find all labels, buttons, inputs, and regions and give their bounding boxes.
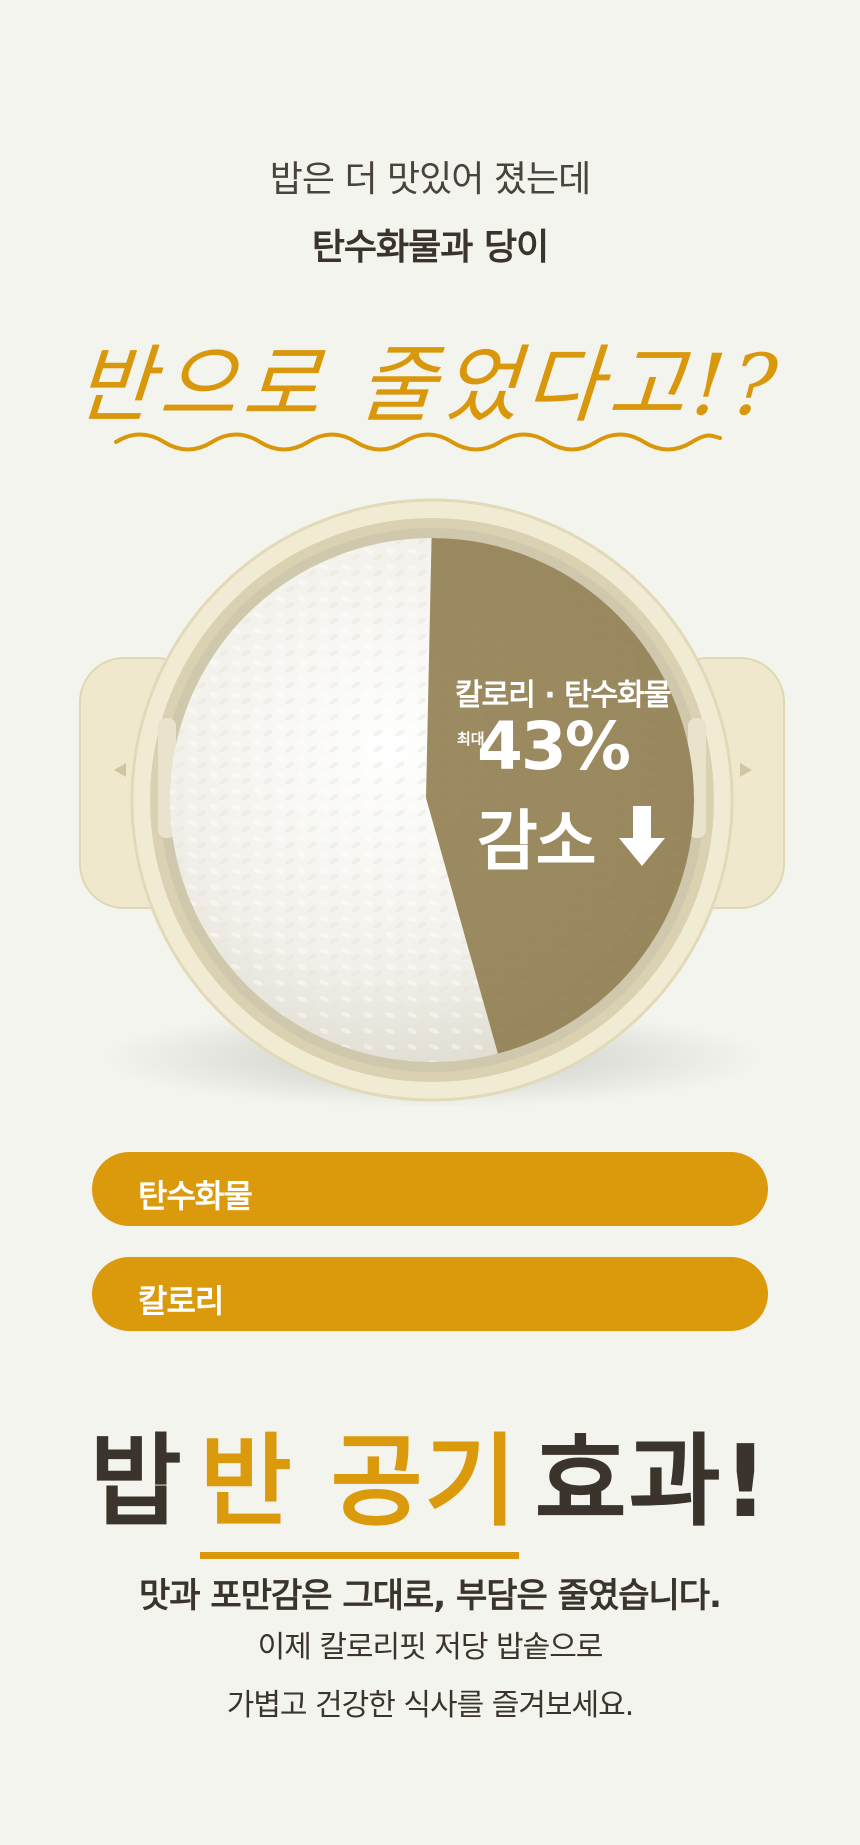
rice-cooker-pot bbox=[79, 498, 785, 1108]
callout-decrease: 감소 bbox=[477, 803, 596, 880]
headline-after: 효과! bbox=[534, 1423, 771, 1540]
wavy-underline bbox=[114, 432, 722, 452]
intro-line-2: 탄수화물과 당이 bbox=[311, 227, 549, 268]
intro-text: 밥은 더 맛있어 졌는데 탄수화물과 당이 bbox=[0, 150, 860, 270]
headline: 밥반 공기 효과! bbox=[0, 1400, 860, 1559]
reduction-callout: 칼로리 · 탄수화물 최대 43% 감소 bbox=[455, 670, 671, 880]
calorie-bar-label: 칼로리 bbox=[138, 1282, 224, 1320]
callout-percent: 43% bbox=[477, 708, 631, 785]
carbohydrate-bar-label: 탄수화물 bbox=[138, 1177, 253, 1215]
carbohydrate-bar: 탄수화물 bbox=[92, 1152, 768, 1226]
intro-line-1: 밥은 더 맛있어 졌는데 bbox=[269, 159, 591, 200]
calorie-bar: 칼로리 bbox=[92, 1257, 768, 1331]
handwritten-headline: 반으로 줄었다고!? bbox=[72, 336, 787, 434]
headline-accent: 반 공기 bbox=[199, 1400, 519, 1559]
callout-decrease-row: 감소 bbox=[477, 788, 667, 884]
body-line-1: 맛과 포만감은 그대로, 부담은 줄였습니다. bbox=[139, 1576, 722, 1616]
body-line-2: 이제 칼로리핏 저당 밥솥으로 bbox=[257, 1630, 604, 1665]
body-line-3: 가볍고 건강한 식사를 즐겨보세요. bbox=[226, 1688, 635, 1723]
headline-before: 밥 bbox=[89, 1423, 184, 1540]
down-arrow-icon bbox=[619, 806, 666, 866]
